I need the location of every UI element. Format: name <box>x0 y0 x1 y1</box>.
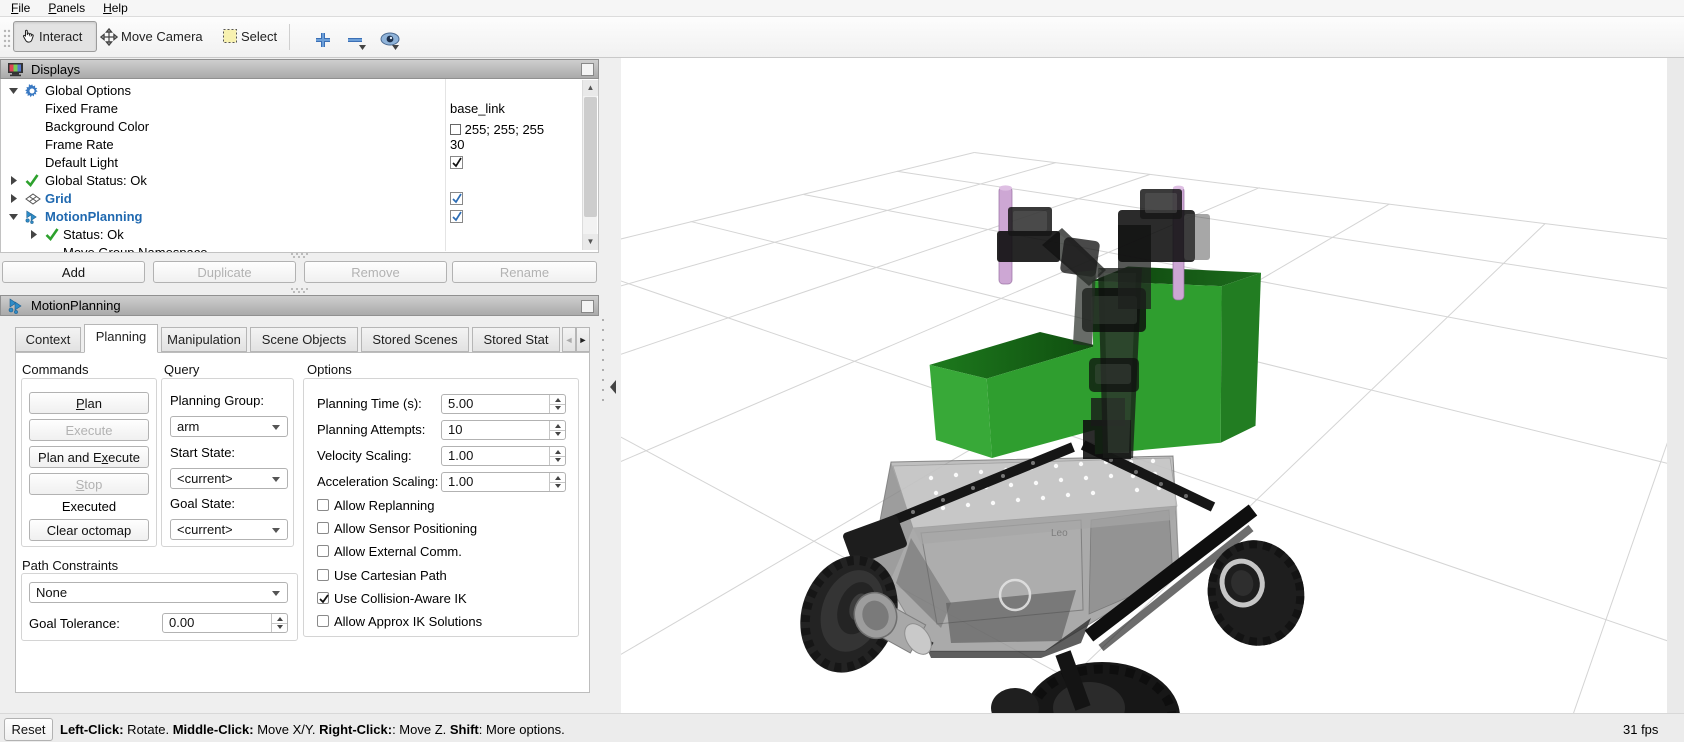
svg-text:Leo: Leo <box>1051 528 1068 539</box>
